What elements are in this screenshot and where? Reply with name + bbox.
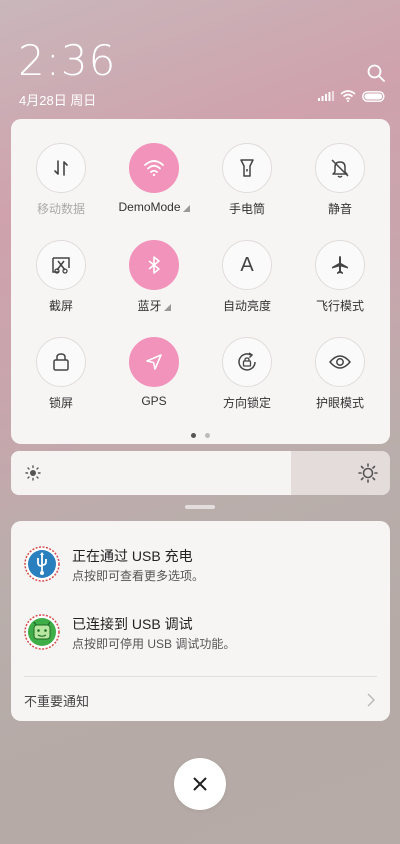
page-dot-active [191,433,196,438]
brightness-high-icon [358,463,378,483]
lock-icon [36,337,86,387]
screenshot-icon [36,240,86,290]
tile-airplane[interactable]: 飞行模式 [298,240,382,314]
brightness-low-icon [25,465,41,481]
signal-icon [318,91,334,101]
quick-settings-panel: 移动数据 DemoMode 手电筒 静音 截屏 蓝牙 A 自动亮度 飞行模式 锁… [11,119,390,444]
notification-card: 正在通过 USB 充电 点按即可查看更多选项。 已连接到 USB 调试 点按即可… [11,521,390,721]
auto-brightness-icon: A [222,240,272,290]
tile-lock-screen[interactable]: 锁屏 [19,337,103,411]
tile-label: 移动数据 [36,202,85,216]
battery-icon [362,90,385,102]
tile-eye-care[interactable]: 护眼模式 [298,337,382,411]
tile-label: 锁屏 [48,396,73,410]
expand-triangle-icon [163,304,171,311]
tile-label: 手电筒 [228,202,265,216]
location-arrow-icon [129,337,179,387]
wifi-icon [129,143,179,193]
tile-label: 护眼模式 [315,396,364,410]
tile-label: 自动亮度 [222,299,271,313]
search-icon[interactable] [367,64,385,82]
tile-auto-brightness[interactable]: A 自动亮度 [205,240,289,314]
date-label: 4月28日 周日 [19,93,97,108]
expand-triangle-icon [182,205,190,212]
flashlight-icon [222,143,272,193]
tile-label: 静音 [327,202,352,216]
tile-gps[interactable]: GPS [112,337,196,408]
unimportant-notifications-link[interactable]: 不重要通知 [24,691,89,710]
notification-title: 已连接到 USB 调试 [72,616,193,632]
mute-bell-icon [315,143,365,193]
notification-usb-charging[interactable]: 正在通过 USB 充电 点按即可查看更多选项。 [24,546,374,586]
eye-icon [315,337,365,387]
rotation-lock-icon [222,337,272,387]
tile-label: 方向锁定 [222,396,271,410]
tile-label: GPS [141,394,167,408]
tile-mute[interactable]: 静音 [298,143,382,217]
android-debug-icon [24,614,60,650]
airplane-icon [315,240,365,290]
bluetooth-icon [129,240,179,290]
close-button[interactable] [174,758,226,810]
wifi-status-icon [340,90,356,102]
tile-flashlight[interactable]: 手电筒 [205,143,289,217]
notification-subtitle: 点按即可停用 USB 调试功能。 [72,637,236,651]
tile-wifi[interactable]: DemoMode [112,143,196,214]
page-indicator [191,433,210,438]
mobile-data-icon [36,143,86,193]
tile-label: 飞行模式 [315,299,364,313]
tile-bluetooth[interactable]: 蓝牙 [112,240,196,314]
brightness-fill [11,451,292,495]
drag-handle[interactable] [185,505,215,509]
tile-label: 截屏 [48,299,73,313]
tile-label: DemoMode [118,200,181,214]
brightness-slider[interactable] [11,451,390,495]
clock-time: 2:36 [18,36,117,85]
notification-subtitle: 点按即可查看更多选项。 [72,569,205,583]
page-dot [205,433,210,438]
tile-mobile-data[interactable]: 移动数据 [19,143,103,217]
notification-title: 正在通过 USB 充电 [72,548,193,564]
auto-brightness-letter: A [240,253,254,276]
tile-label: 蓝牙 [137,299,162,313]
close-icon [193,777,207,791]
chevron-right-icon[interactable] [366,692,376,708]
tile-screenshot[interactable]: 截屏 [19,240,103,314]
tile-rotation-lock[interactable]: 方向锁定 [205,337,289,411]
status-area: 2:36 4月28日 周日 [0,0,400,118]
system-status-icons [318,90,386,102]
divider [24,676,377,677]
usb-icon [24,546,60,582]
notification-usb-debugging[interactable]: 已连接到 USB 调试 点按即可停用 USB 调试功能。 [24,614,374,654]
